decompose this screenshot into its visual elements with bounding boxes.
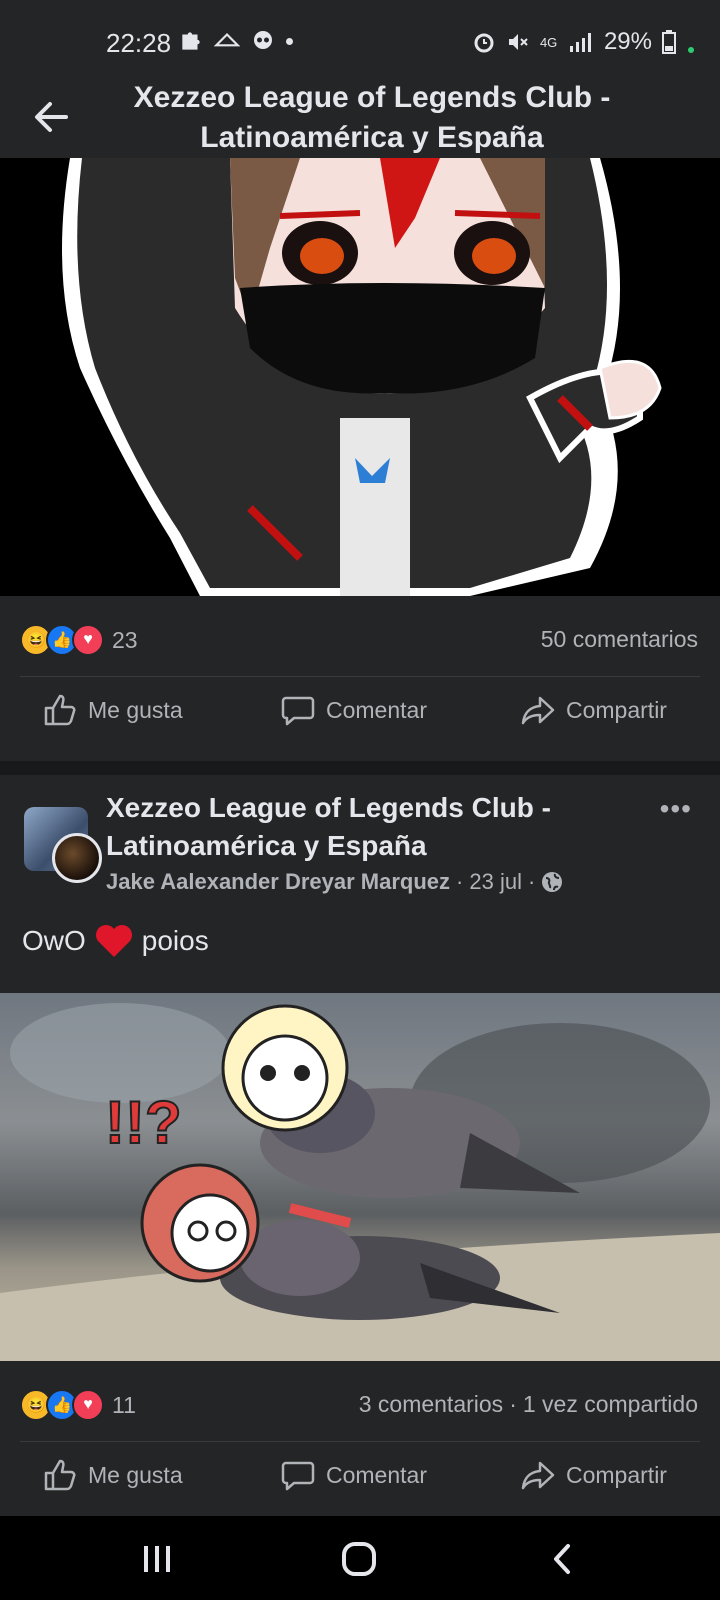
nav-back-icon[interactable] (548, 1542, 578, 1576)
meta-separator: · (456, 869, 464, 894)
post2-author[interactable]: Jake Aalexander Dreyar Marquez (106, 869, 450, 895)
post1-like-button[interactable]: Me gusta (42, 692, 183, 728)
post2-like-label: Me gusta (88, 1461, 183, 1488)
post2-comment-button[interactable]: Comentar (280, 1457, 427, 1493)
battery-percent: 29% (603, 28, 652, 55)
notification-icons (178, 28, 293, 54)
alarm-icon (474, 33, 494, 53)
post2-meta: Jake Aalexander Dreyar Marquez · 23 jul … (106, 869, 563, 895)
back-arrow-icon[interactable] (26, 92, 76, 142)
post1-divider (20, 676, 700, 677)
post2-comments-link[interactable]: 3 comentarios (359, 1391, 503, 1418)
home-icon[interactable] (340, 1540, 378, 1578)
system-nav-bar (0, 1516, 720, 1600)
post1-share-label: Compartir (566, 696, 667, 723)
post-image-pigeons[interactable]: !!? (0, 993, 720, 1361)
post2-reaction-count: 11 (112, 1391, 136, 1418)
meta-separator: · (527, 869, 536, 894)
skull-icon (254, 31, 272, 49)
more-notifications-dot (286, 37, 293, 45)
share-icon (521, 696, 555, 725)
post1-reactions[interactable]: 😆 👍 ♥ 23 (20, 624, 138, 656)
like-icon (44, 1459, 76, 1491)
status-time: 22:28 (106, 28, 172, 58)
post2-shares-link[interactable]: 1 vez compartido (523, 1391, 698, 1418)
status-bar: 22:28 4G 29% (0, 0, 720, 78)
like-icon (44, 694, 76, 726)
post1-share-button[interactable]: Compartir (520, 692, 667, 728)
post-image-character[interactable] (0, 158, 720, 596)
love-reaction-icon: ♥ (72, 624, 104, 656)
signal-icon (569, 33, 591, 52)
comment-icon (281, 696, 315, 726)
post2-comment-label: Comentar (326, 1461, 427, 1488)
mute-icon (508, 34, 528, 50)
recents-icon[interactable] (140, 1542, 174, 1576)
post2-reactions[interactable]: 😆 👍 ♥ 11 (20, 1389, 136, 1421)
puzzle-icon (182, 32, 200, 50)
post1-reaction-count: 23 (112, 626, 138, 653)
post2-text: OwO poios (22, 923, 209, 959)
post2-group-name[interactable]: Xezzeo League of Legends Club - Latinoam… (106, 789, 626, 865)
system-icons: 4G 29% (472, 28, 694, 56)
page-title: Xezzeo League of Legends Club - Latinoam… (133, 81, 611, 154)
post2-like-button[interactable]: Me gusta (42, 1457, 183, 1493)
more-icon[interactable]: ••• (660, 793, 692, 825)
author-avatar[interactable] (52, 833, 102, 883)
game-icon (214, 32, 240, 47)
svg-text:!!?: !!? (105, 1089, 182, 1156)
app-header: Xezzeo League of Legends Club - Latinoam… (0, 78, 720, 159)
globe-icon (542, 872, 563, 892)
post2-divider (20, 1441, 700, 1442)
share-icon (521, 1461, 555, 1490)
post2-share-label: Compartir (566, 1461, 667, 1488)
post1-comment-label: Comentar (326, 696, 427, 723)
comment-icon (281, 1461, 315, 1491)
stats-separator: · (509, 1391, 517, 1417)
post2-text-end: poios (141, 925, 209, 956)
charging-dot (688, 47, 694, 53)
love-reaction-icon: ♥ (72, 1389, 104, 1421)
post1-comments-link[interactable]: 50 comentarios (541, 626, 698, 653)
battery-icon (662, 30, 676, 54)
post2-footer: 😆 👍 ♥ 11 3 comentarios · 1 vez compartid… (0, 1361, 720, 1516)
post2-header: Xezzeo League of Legends Club - Latinoam… (0, 775, 720, 993)
post1-like-label: Me gusta (88, 696, 183, 723)
post1-footer: 😆 👍 ♥ 23 50 comentarios Me gusta Comenta… (0, 596, 720, 761)
network-type: 4G (539, 34, 558, 50)
heart-emoji-icon (95, 925, 132, 957)
post2-date[interactable]: 23 jul (469, 869, 522, 895)
post2-stats: 3 comentarios · 1 vez compartido (359, 1391, 698, 1418)
post2-share-button[interactable]: Compartir (520, 1457, 667, 1493)
post1-comment-button[interactable]: Comentar (280, 692, 427, 728)
post2-text-start: OwO (22, 925, 86, 956)
